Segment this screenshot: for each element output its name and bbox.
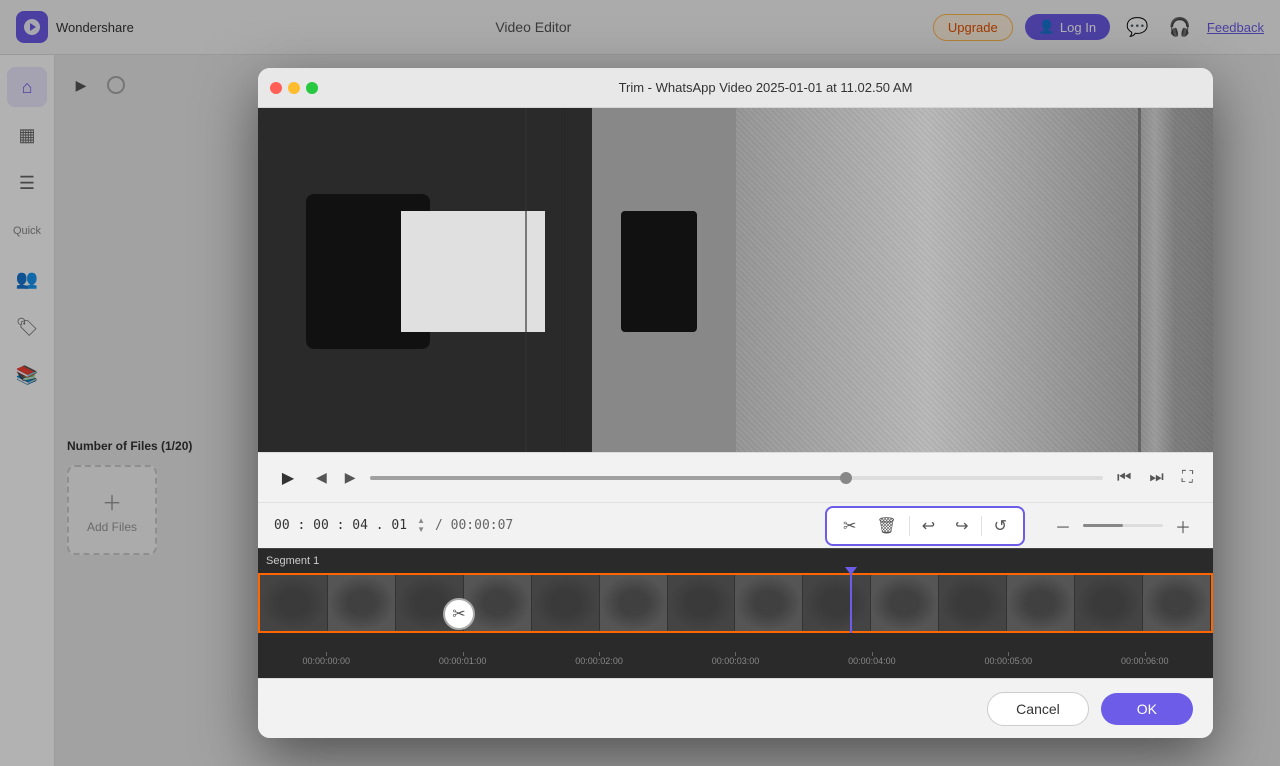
scissors-tool-button[interactable]: ✂ bbox=[835, 512, 864, 540]
ruler-mark-1: 00:00:01:00 bbox=[394, 656, 530, 666]
timeline-playhead[interactable] bbox=[850, 573, 852, 633]
video-crack-line bbox=[525, 108, 527, 452]
video-center-object bbox=[621, 211, 697, 331]
zoom-in-button[interactable]: ＋ bbox=[1169, 512, 1197, 540]
video-scene bbox=[258, 108, 1213, 452]
modal-titlebar: Trim - WhatsApp Video 2025-01-01 at 11.0… bbox=[258, 68, 1213, 108]
video-crack-line-2 bbox=[564, 108, 565, 452]
time-display: 00 : 00 : 04 . 01 ▲ ▼ / 00:00:07 bbox=[274, 517, 513, 534]
timeline-frame-10 bbox=[871, 575, 939, 631]
timeline-frame-12 bbox=[1007, 575, 1075, 631]
tool-divider-2 bbox=[981, 516, 982, 536]
timeline-frame-8 bbox=[735, 575, 803, 631]
trim-modal: Trim - WhatsApp Video 2025-01-01 at 11.0… bbox=[258, 68, 1213, 738]
next-frame-button[interactable]: ▶ bbox=[341, 465, 360, 490]
delete-tool-button[interactable]: 🗑 bbox=[868, 512, 904, 540]
cancel-button[interactable]: Cancel bbox=[987, 692, 1089, 726]
scissors-circle: ✂ bbox=[443, 598, 475, 630]
timeline-frame-14 bbox=[1143, 575, 1211, 631]
progress-track[interactable] bbox=[370, 476, 1103, 480]
ruler-mark-5: 00:00:05:00 bbox=[940, 656, 1076, 666]
timeline-frame-2 bbox=[328, 575, 396, 631]
timeline-frame-6 bbox=[600, 575, 668, 631]
zoom-out-button[interactable]: － bbox=[1049, 512, 1077, 540]
time-stepper[interactable]: ▲ ▼ bbox=[415, 517, 427, 534]
timeline-frame-13 bbox=[1075, 575, 1143, 631]
skip-to-start-button[interactable]: ⏮ bbox=[1113, 465, 1135, 491]
fullscreen-button[interactable]: ⛶ bbox=[1178, 465, 1197, 491]
undo-tool-button[interactable]: ↩ bbox=[914, 512, 943, 540]
skip-to-end-button[interactable]: ⏭ bbox=[1145, 465, 1167, 491]
ok-button[interactable]: OK bbox=[1101, 693, 1193, 725]
video-right-area bbox=[736, 108, 1214, 452]
progress-thumb bbox=[840, 472, 852, 484]
ruler-mark-2: 00:00:02:00 bbox=[531, 656, 667, 666]
video-white-area bbox=[401, 211, 544, 331]
maximize-window-button[interactable] bbox=[306, 82, 318, 94]
controls-bar: 00 : 00 : 04 . 01 ▲ ▼ / 00:00:07 ✂ 🗑 ↩ ↪… bbox=[258, 502, 1213, 548]
modal-title: Trim - WhatsApp Video 2025-01-01 at 11.0… bbox=[330, 80, 1201, 95]
zoom-controls: － ＋ bbox=[1049, 512, 1197, 540]
segment-label: Segment 1 bbox=[266, 555, 319, 567]
time-decrement-button[interactable]: ▼ bbox=[415, 526, 427, 534]
timeline-frame-11 bbox=[939, 575, 1007, 631]
timeline-ruler: 00:00:00:00 00:00:01:00 00:00:02:00 00:0… bbox=[258, 650, 1213, 678]
timeline-frame-7 bbox=[668, 575, 736, 631]
timeline-frame-9 bbox=[803, 575, 871, 631]
time-increment-button[interactable]: ▲ bbox=[415, 517, 427, 525]
playback-bar: ▶ ◀ ▶ ⏮ ⏭ ⛶ bbox=[258, 452, 1213, 502]
modal-footer: Cancel OK bbox=[258, 678, 1213, 738]
zoom-track[interactable] bbox=[1083, 524, 1163, 527]
time-current: 00 : 00 : 04 . 01 bbox=[274, 518, 407, 533]
timeline-strip[interactable] bbox=[258, 573, 1213, 633]
video-preview bbox=[258, 108, 1213, 452]
ruler-mark-0: 00:00:00:00 bbox=[258, 656, 394, 666]
tool-divider bbox=[909, 516, 910, 536]
timeline-frame-5 bbox=[532, 575, 600, 631]
redo-tool-button[interactable]: ↪ bbox=[947, 512, 976, 540]
zoom-fill bbox=[1083, 524, 1123, 527]
window-controls bbox=[270, 82, 318, 94]
ruler-mark-4: 00:00:04:00 bbox=[804, 656, 940, 666]
edit-tools-group: ✂ 🗑 ↩ ↪ ↺ bbox=[825, 506, 1025, 546]
timeline-frame-1 bbox=[260, 575, 328, 631]
progress-fill bbox=[370, 476, 847, 480]
time-total: / 00:00:07 bbox=[435, 518, 513, 533]
prev-frame-button[interactable]: ◀ bbox=[312, 465, 331, 490]
ruler-mark-3: 00:00:03:00 bbox=[667, 656, 803, 666]
refresh-tool-button[interactable]: ↺ bbox=[986, 512, 1015, 540]
scissors-overlay-icon: ✂ bbox=[443, 598, 475, 630]
close-window-button[interactable] bbox=[270, 82, 282, 94]
ruler-mark-6: 00:00:06:00 bbox=[1077, 656, 1213, 666]
play-button[interactable]: ▶ bbox=[274, 464, 302, 492]
timeline-area: Segment 1 ✂ 00:00:00:00 00:00:01:00 bbox=[258, 548, 1213, 678]
minimize-window-button[interactable] bbox=[288, 82, 300, 94]
